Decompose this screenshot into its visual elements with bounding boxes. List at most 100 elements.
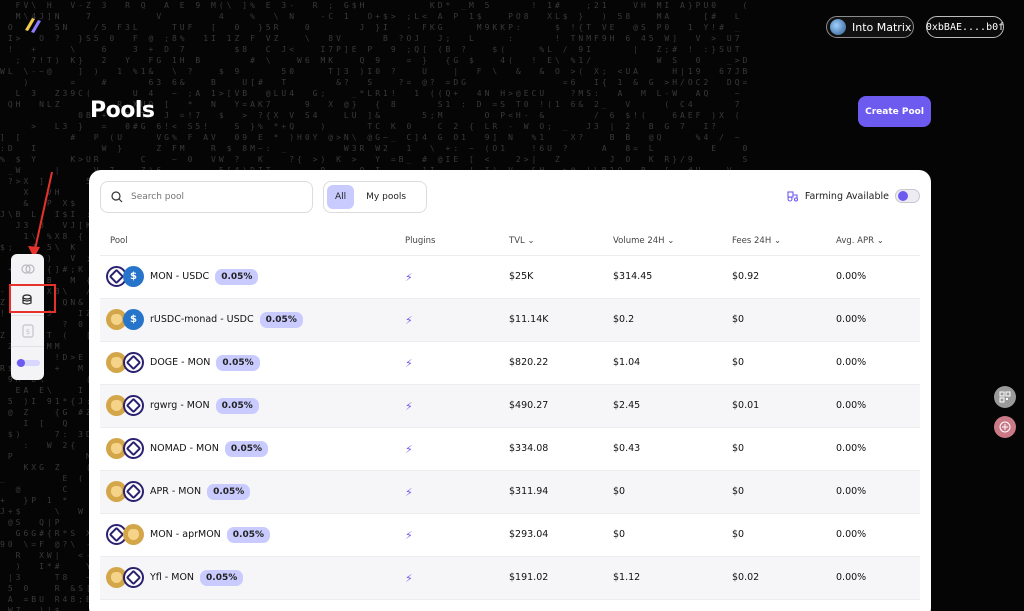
into-matrix-button[interactable]: Into Matrix <box>826 16 914 38</box>
nav-swap[interactable] <box>11 254 44 285</box>
search-input[interactable] <box>131 192 291 202</box>
table-row[interactable]: MON - USDC 0.05% ⚡ $25K $314.45 $0.92 0.… <box>100 256 920 299</box>
tvl-cell: $490.27 <box>509 400 549 411</box>
qr-icon <box>999 391 1011 403</box>
mon-token-icon <box>123 481 144 502</box>
plugin-bolt-icon: ⚡ <box>405 572 413 585</box>
doge-token-icon <box>123 524 144 545</box>
apr-cell: 0.00% <box>836 271 867 282</box>
pool-name: APR - MON <box>150 486 202 497</box>
table-row[interactable]: NOMAD - MON 0.05% ⚡ $334.08 $0.43 $0 0.0… <box>100 428 920 471</box>
tractor-icon <box>787 191 798 202</box>
tvl-cell: $25K <box>509 271 534 282</box>
pool-cell: Yfl - MON 0.05% <box>106 567 244 588</box>
chevron-down-icon: ⌄ <box>773 236 782 246</box>
tab-all[interactable]: All <box>327 185 355 209</box>
apr-cell: 0.00% <box>836 400 867 411</box>
volume-cell: $2.45 <box>613 400 641 411</box>
column-volume[interactable]: Volume 24H ⌄ <box>613 236 674 246</box>
pool-cell: rUSDC-monad - USDC 0.05% <box>106 309 303 330</box>
apr-cell: 0.00% <box>836 529 867 540</box>
side-navigation: $ <box>11 254 44 380</box>
column-apr[interactable]: Avg. APR ⌄ <box>836 236 884 246</box>
apr-cell: 0.00% <box>836 443 867 454</box>
plugin-bolt-icon: ⚡ <box>405 400 413 413</box>
nav-token[interactable]: $ <box>11 316 44 347</box>
pool-cell: DOGE - MON 0.05% <box>106 352 260 373</box>
pool-name: MON - USDC <box>150 271 210 282</box>
svg-text:$: $ <box>25 328 29 336</box>
mon-token-icon <box>123 567 144 588</box>
nav-toggle[interactable] <box>11 347 44 378</box>
usdc-token-icon <box>123 266 144 287</box>
avatar-icon <box>830 19 846 35</box>
token-pair-icon <box>106 309 144 330</box>
volume-cell: $1.04 <box>613 357 641 368</box>
table-row[interactable]: DOGE - MON 0.05% ⚡ $820.22 $1.04 $0 0.00… <box>100 342 920 385</box>
table-row[interactable]: Yfl - MON 0.05% ⚡ $191.02 $1.12 $0.02 0.… <box>100 557 920 600</box>
fees-cell: $0.02 <box>732 572 760 583</box>
fees-cell: $0 <box>732 357 745 368</box>
table-header: Pool Plugins TVL ⌄ Volume 24H ⌄ Fees 24H… <box>100 226 920 256</box>
usdc-token-icon <box>123 309 144 330</box>
pool-cell: APR - MON 0.05% <box>106 481 251 502</box>
fee-badge: 0.05% <box>226 526 271 543</box>
tvl-cell: $191.02 <box>509 572 549 583</box>
plugin-bolt-icon: ⚡ <box>405 271 413 284</box>
volume-cell: $0 <box>613 529 626 540</box>
volume-cell: $0.43 <box>613 443 641 454</box>
apr-cell: 0.00% <box>836 357 867 368</box>
mon-token-icon <box>123 438 144 459</box>
pool-name: NOMAD - MON <box>150 443 219 454</box>
search-icon <box>111 191 123 203</box>
wallet-button[interactable]: 0xbBAE....b0f <box>926 16 1004 38</box>
farming-toggle[interactable] <box>895 189 920 203</box>
pools-panel: All My pools Farming Available Pool Plug… <box>89 170 931 611</box>
translate-icon <box>999 421 1011 433</box>
translate-float-button[interactable] <box>994 416 1016 438</box>
annotation-arrow <box>28 171 53 258</box>
table-row[interactable]: rUSDC-monad - USDC 0.05% ⚡ $11.14K $0.2 … <box>100 299 920 342</box>
fees-cell: $0 <box>732 529 745 540</box>
pool-name: rgwrg - MON <box>150 400 210 411</box>
search-box[interactable] <box>100 181 313 213</box>
column-plugins: Plugins <box>405 236 436 246</box>
plugin-bolt-icon: ⚡ <box>405 529 413 542</box>
tvl-cell: $293.04 <box>509 529 549 540</box>
token-icon: $ <box>21 324 34 338</box>
plugin-bolt-icon: ⚡ <box>405 357 413 370</box>
table-row[interactable]: rgwrg - MON 0.05% ⚡ $490.27 $2.45 $0.01 … <box>100 385 920 428</box>
fee-badge: 0.05% <box>259 311 303 328</box>
pool-cell: MON - USDC 0.05% <box>106 266 259 287</box>
column-pool: Pool <box>110 236 128 246</box>
chevron-down-icon: ⌄ <box>667 236 675 246</box>
fee-badge: 0.05% <box>224 440 269 457</box>
volume-cell: $0 <box>613 486 626 497</box>
swap-icon <box>20 264 35 274</box>
fee-badge: 0.05% <box>207 483 251 500</box>
pool-cell: MON - aprMON 0.05% <box>106 524 271 545</box>
chevron-down-icon: ⌄ <box>876 236 884 246</box>
top-bar: Into Matrix 0xbBAE....b0f <box>0 0 1024 54</box>
create-pool-button[interactable]: Create Pool <box>858 96 931 127</box>
chevron-down-icon: ⌄ <box>527 236 535 246</box>
column-tvl[interactable]: TVL ⌄ <box>509 236 535 246</box>
qr-float-button[interactable] <box>994 386 1016 408</box>
table-row[interactable]: MON - aprMON 0.05% ⚡ $293.04 $0 $0 0.00% <box>100 514 920 557</box>
pool-name: rUSDC-monad - USDC <box>150 314 254 325</box>
plugin-bolt-icon: ⚡ <box>405 443 413 456</box>
apr-cell: 0.00% <box>836 314 867 325</box>
table-row[interactable]: APR - MON 0.05% ⚡ $311.94 $0 $0 0.00% <box>100 471 920 514</box>
tab-my-pools[interactable]: My pools <box>358 185 414 209</box>
pool-cell: rgwrg - MON 0.05% <box>106 395 259 416</box>
token-pair-icon <box>106 438 144 459</box>
app-logo-icon[interactable] <box>22 14 44 36</box>
into-matrix-label: Into Matrix <box>852 20 912 34</box>
fee-badge: 0.05% <box>200 569 244 586</box>
wallet-address: 0xbBAE....b0f <box>925 21 1005 33</box>
pool-name: DOGE - MON <box>150 357 211 368</box>
token-pair-icon <box>106 395 144 416</box>
fees-cell: $0.01 <box>732 400 760 411</box>
token-pair-icon <box>106 567 144 588</box>
column-fees[interactable]: Fees 24H ⌄ <box>732 236 781 246</box>
